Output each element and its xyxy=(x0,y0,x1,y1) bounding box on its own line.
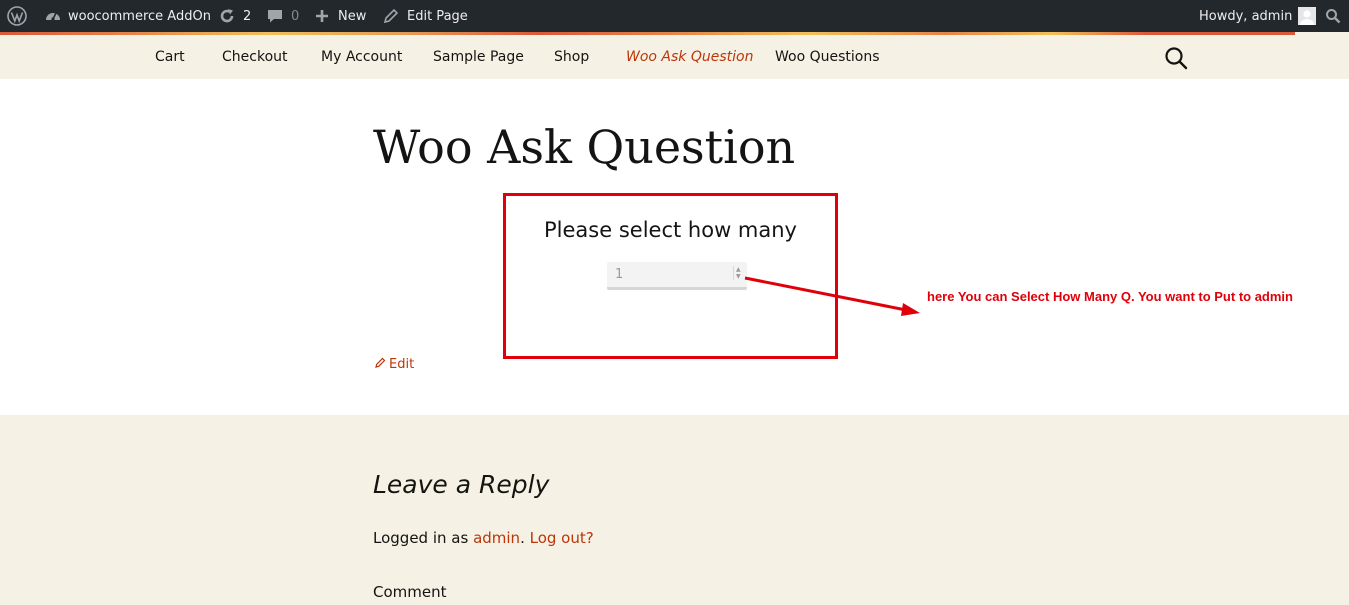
comments-area: Leave a Reply Logged in as admin. Log ou… xyxy=(0,415,1349,605)
select-quantity-label: Please select how many xyxy=(544,218,797,242)
quantity-value: 1 xyxy=(615,267,624,282)
logged-in-as: Logged in as admin. Log out? xyxy=(373,529,594,547)
new-content-menu[interactable]: New xyxy=(315,0,366,32)
dashboard-icon xyxy=(44,7,62,25)
updates-count: 2 xyxy=(243,8,252,24)
separator: . xyxy=(520,529,525,547)
site-name: woocommerce AddOn xyxy=(68,8,211,24)
nav-item-checkout[interactable]: Checkout xyxy=(222,35,288,79)
plus-icon xyxy=(315,9,329,23)
howdy-text: Howdy, admin xyxy=(1199,8,1293,24)
nav-item-shop[interactable]: Shop xyxy=(554,35,589,79)
admin-bar: woocommerce AddOn 2 0 New Edit Page Howd… xyxy=(0,0,1349,32)
edit-page-menu[interactable]: Edit Page xyxy=(383,0,468,32)
reply-title: Leave a Reply xyxy=(373,470,550,499)
nav-item-woo-ask-question[interactable]: Woo Ask Question xyxy=(626,35,753,79)
quantity-number-input[interactable]: 1 ▲ ▼ xyxy=(607,262,747,290)
updates-menu[interactable]: 2 xyxy=(218,0,251,32)
search-icon[interactable] xyxy=(1163,45,1189,71)
page-title: Woo Ask Question xyxy=(373,120,796,174)
new-label: New xyxy=(338,8,367,24)
nav-item-my-account[interactable]: My Account xyxy=(321,35,402,79)
spinner-arrows-icon[interactable]: ▲ ▼ xyxy=(733,266,741,280)
edit-pencil-icon xyxy=(375,357,386,372)
avatar xyxy=(1298,7,1317,25)
nav-item-sample-page[interactable]: Sample Page xyxy=(433,35,524,79)
annotation-text: here You can Select How Many Q. You want… xyxy=(927,289,1293,304)
comment-label: Comment xyxy=(373,583,447,601)
site-name-menu[interactable]: woocommerce AddOn xyxy=(44,0,211,32)
main-navigation: Cart Checkout My Account Sample Page Sho… xyxy=(0,35,1349,79)
logged-in-prefix: Logged in as xyxy=(373,529,469,547)
logout-link[interactable]: Log out? xyxy=(530,529,594,547)
comments-count: 0 xyxy=(291,8,300,24)
comments-menu[interactable]: 0 xyxy=(267,0,299,32)
account-menu[interactable]: Howdy, admin xyxy=(1199,0,1317,32)
wordpress-logo-icon[interactable] xyxy=(7,0,27,32)
admin-search-icon[interactable] xyxy=(1325,0,1341,32)
user-profile-link[interactable]: admin xyxy=(473,529,520,547)
edit-label: Edit xyxy=(389,357,415,372)
nav-item-woo-questions[interactable]: Woo Questions xyxy=(775,35,880,79)
edit-page-label: Edit Page xyxy=(407,8,468,24)
edit-link[interactable]: Edit xyxy=(375,357,414,372)
pencil-icon xyxy=(383,8,399,24)
annotation-highlight-box: Please select how many 1 ▲ ▼ xyxy=(503,193,838,359)
updates-icon xyxy=(218,7,236,25)
nav-item-cart[interactable]: Cart xyxy=(155,35,185,79)
comment-bubble-icon xyxy=(267,8,283,24)
